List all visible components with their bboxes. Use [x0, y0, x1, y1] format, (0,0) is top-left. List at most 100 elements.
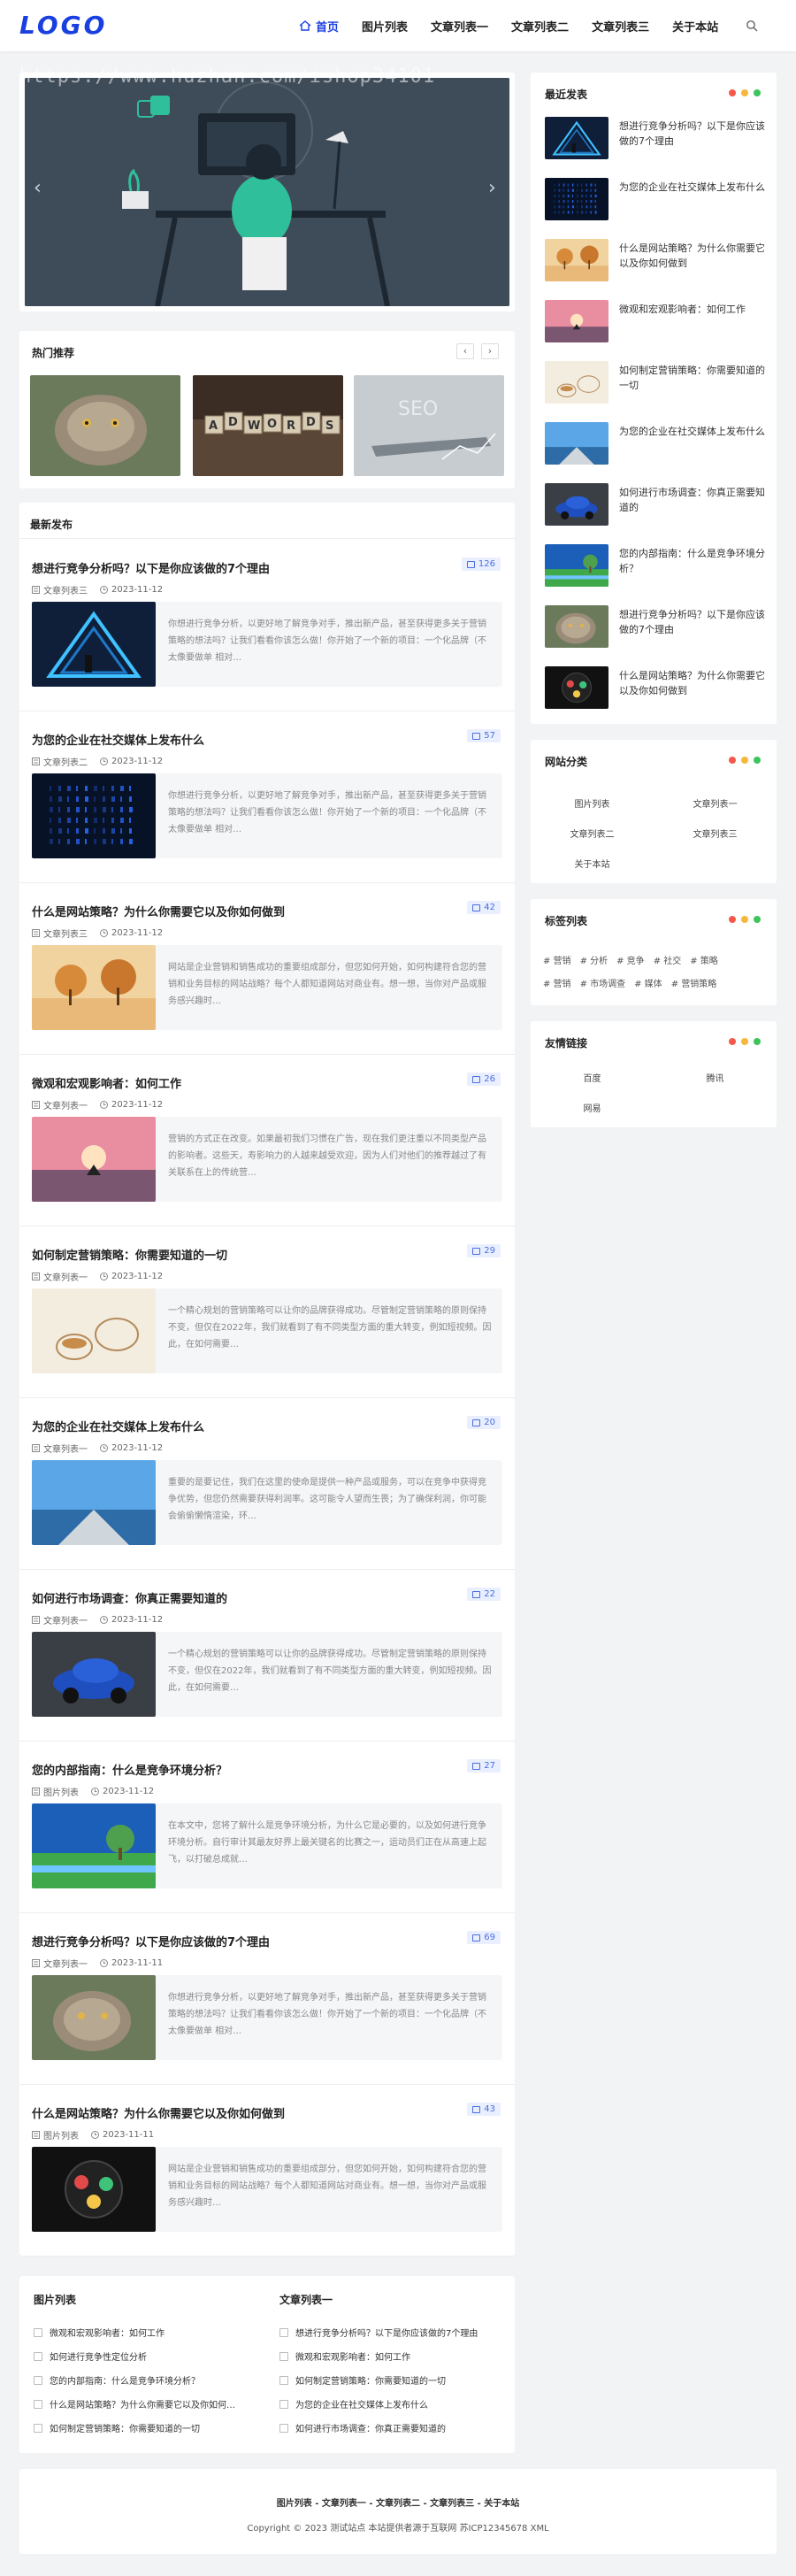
post-thumbnail[interactable] — [32, 602, 156, 687]
recent-post-title[interactable]: 如何进行市场调查：你真正需要知道的 — [619, 485, 766, 515]
footer-links[interactable]: 图片列表 - 文章列表一 - 文章列表二 - 文章列表三 - 关于本站 — [19, 2495, 777, 2509]
recent-post-title[interactable]: 您的内部指南：什么是竞争环境分析？ — [619, 546, 766, 576]
recent-thumbnail[interactable] — [545, 483, 608, 526]
recent-thumbnail[interactable] — [545, 300, 608, 342]
recent-post-title[interactable]: 如何制定营销策略：你需要知道的一切 — [619, 363, 766, 393]
recent-thumbnail[interactable] — [545, 605, 608, 648]
banner-image[interactable]: ‹ › — [25, 78, 509, 306]
friend-link[interactable]: 腾讯 — [654, 1071, 777, 1084]
search-icon[interactable] — [746, 19, 758, 32]
hot-image-cat[interactable] — [30, 375, 180, 476]
post-item[interactable]: 如何制定营销策略：你需要知道的一切 29 文章列表一 2023-11-12 一个精心规划… — [19, 1226, 515, 1398]
recent-post-item[interactable]: 想进行竞争分析吗？以下是你应该做的7个理由 — [545, 605, 766, 657]
recent-post-item[interactable]: 想进行竞争分析吗？以下是你应该做的7个理由 — [545, 117, 766, 168]
nav-item-home[interactable]: 首页 — [299, 18, 339, 35]
post-title[interactable]: 您的内部指南：什么是竞争环境分析？ — [32, 1761, 227, 1778]
recent-thumbnail[interactable] — [545, 239, 608, 281]
recent-post-title[interactable]: 什么是网站策略？为什么你需要它以及你如何做到 — [619, 241, 766, 271]
recent-post-title[interactable]: 为您的企业在社交媒体上发布什么 — [619, 180, 766, 195]
post-item[interactable]: 为您的企业在社交媒体上发布什么 57 文章列表二 2023-11-12 你想进行竞争分析… — [19, 711, 515, 883]
hot-image-seo[interactable]: SEO — [354, 375, 504, 476]
bottom-list-item[interactable]: 为您的企业在社交媒体上发布什么 — [279, 2397, 428, 2411]
post-thumbnail[interactable] — [32, 1117, 156, 1202]
friend-link[interactable]: 百度 — [531, 1071, 654, 1084]
post-thumbnail[interactable] — [32, 773, 156, 858]
post-item[interactable]: 想进行竞争分析吗？以下是你应该做的7个理由 69 文章列表一 2023-11-11 你想… — [19, 1913, 515, 2085]
post-title[interactable]: 为您的企业在社交媒体上发布什么 — [32, 1418, 204, 1434]
nav-item-article-list-1[interactable]: 文章列表一 — [431, 18, 488, 35]
post-category[interactable]: 文章列表一 — [43, 1098, 88, 1111]
bottom-list-item-label[interactable]: 如何进行市场调查：你真正需要知道的 — [295, 2421, 446, 2434]
post-title[interactable]: 如何进行市场调查：你真正需要知道的 — [32, 1589, 227, 1606]
category-item[interactable]: 关于本站 — [531, 857, 654, 870]
post-thumbnail[interactable] — [32, 2147, 156, 2232]
post-category[interactable]: 文章列表一 — [43, 1613, 88, 1626]
post-thumbnail[interactable] — [32, 1803, 156, 1888]
bottom-list-item-label[interactable]: 想进行竞争分析吗？以下是你应该做的7个理由 — [295, 2326, 478, 2339]
post-category[interactable]: 图片列表 — [43, 2128, 79, 2142]
bottom-list-item-label[interactable]: 如何进行竞争性定位分析 — [50, 2349, 147, 2363]
category-item[interactable]: 文章列表一 — [654, 796, 777, 810]
post-item[interactable]: 为您的企业在社交媒体上发布什么 20 文章列表一 2023-11-12 重要的是要记住，… — [19, 1398, 515, 1570]
tag-item[interactable]: # 策略 — [690, 950, 718, 973]
category-item[interactable]: 图片列表 — [531, 796, 654, 810]
recent-thumbnail[interactable] — [545, 666, 608, 709]
bottom-list-item[interactable]: 您的内部指南：什么是竞争环境分析？ — [34, 2373, 200, 2387]
post-category[interactable]: 图片列表 — [43, 1785, 79, 1798]
category-item[interactable]: 文章列表三 — [654, 827, 777, 840]
recent-post-title[interactable]: 什么是网站策略？为什么你需要它以及你如何做到 — [619, 668, 766, 698]
tag-item[interactable]: # 营销 — [543, 950, 571, 973]
post-category[interactable]: 文章列表二 — [43, 755, 88, 768]
nav-item-about[interactable]: 关于本站 — [672, 18, 718, 35]
bottom-list-item[interactable]: 如何进行市场调查：你真正需要知道的 — [279, 2421, 446, 2434]
post-category[interactable]: 文章列表一 — [43, 1442, 88, 1455]
recent-thumbnail[interactable] — [545, 178, 608, 220]
friend-link[interactable]: 网易 — [531, 1101, 654, 1114]
post-title[interactable]: 什么是网站策略？为什么你需要它以及你如何做到 — [32, 2104, 285, 2121]
banner-prev-arrow[interactable]: ‹ — [34, 177, 42, 199]
post-category[interactable]: 文章列表一 — [43, 1270, 88, 1283]
recent-post-item[interactable]: 为您的企业在社交媒体上发布什么 — [545, 422, 766, 473]
site-logo[interactable]: LOGO — [19, 11, 107, 40]
post-thumbnail[interactable] — [32, 1975, 156, 2060]
post-thumbnail[interactable] — [32, 1460, 156, 1545]
nav-item-article-list-2[interactable]: 文章列表二 — [511, 18, 569, 35]
bottom-list-item-label[interactable]: 什么是网站策略？为什么你需要它以及你如何… — [50, 2397, 235, 2411]
tag-item[interactable]: # 营销策略 — [671, 973, 717, 996]
recent-post-item[interactable]: 什么是网站策略？为什么你需要它以及你如何做到 — [545, 239, 766, 290]
bottom-list-item[interactable]: 微观和宏观影响者：如何工作 — [34, 2326, 165, 2339]
recent-thumbnail[interactable] — [545, 544, 608, 587]
recent-post-title[interactable]: 微观和宏观影响者：如何工作 — [619, 302, 766, 317]
post-category[interactable]: 文章列表三 — [43, 927, 88, 940]
post-item[interactable]: 微观和宏观影响者：如何工作 26 文章列表一 2023-11-12 营销的方式正在改变。… — [19, 1055, 515, 1226]
category-item[interactable]: 文章列表二 — [531, 827, 654, 840]
post-item[interactable]: 您的内部指南：什么是竞争环境分析？ 27 图片列表 2023-11-12 在本文中，您将… — [19, 1742, 515, 1913]
post-item[interactable]: 如何进行市场调查：你真正需要知道的 22 文章列表一 2023-11-12 一个精心规划… — [19, 1570, 515, 1742]
recent-post-title[interactable]: 为您的企业在社交媒体上发布什么 — [619, 424, 766, 439]
tag-item[interactable]: # 社交 — [654, 950, 682, 973]
recent-thumbnail[interactable] — [545, 117, 608, 159]
hot-image-adwords[interactable]: ADWORDS — [193, 375, 343, 476]
banner-next-arrow[interactable]: › — [488, 177, 496, 199]
hot-prev-button[interactable]: ‹ — [456, 343, 474, 359]
tag-item[interactable]: # 市场调查 — [580, 973, 626, 996]
recent-post-item[interactable]: 为您的企业在社交媒体上发布什么 — [545, 178, 766, 229]
post-item[interactable]: 什么是网站策略？为什么你需要它以及你如何做到 43 图片列表 2023-11-11 网站… — [19, 2085, 515, 2257]
recent-post-item[interactable]: 您的内部指南：什么是竞争环境分析？ — [545, 544, 766, 596]
tag-item[interactable]: # 媒体 — [634, 973, 662, 996]
hot-next-button[interactable]: › — [481, 343, 499, 359]
post-thumbnail[interactable] — [32, 945, 156, 1030]
bottom-list-item[interactable]: 微观和宏观影响者：如何工作 — [279, 2349, 410, 2363]
recent-post-item[interactable]: 什么是网站策略？为什么你需要它以及你如何做到 — [545, 666, 766, 718]
post-title[interactable]: 想进行竞争分析吗？以下是你应该做的7个理由 — [32, 1933, 270, 1949]
nav-item-image-list[interactable]: 图片列表 — [362, 18, 408, 35]
post-item[interactable]: 什么是网站策略？为什么你需要它以及你如何做到 42 文章列表三 2023-11-12 网… — [19, 883, 515, 1055]
bottom-list-item-label[interactable]: 如何制定营销策略：你需要知道的一切 — [295, 2373, 446, 2387]
bottom-list-item[interactable]: 什么是网站策略？为什么你需要它以及你如何… — [34, 2397, 235, 2411]
tag-item[interactable]: # 竞争 — [616, 950, 645, 973]
bottom-list-item-label[interactable]: 您的内部指南：什么是竞争环境分析？ — [50, 2373, 200, 2387]
post-thumbnail[interactable] — [32, 1632, 156, 1717]
post-category[interactable]: 文章列表三 — [43, 583, 88, 596]
recent-post-item[interactable]: 如何进行市场调查：你真正需要知道的 — [545, 483, 766, 534]
bottom-list-item-label[interactable]: 微观和宏观影响者：如何工作 — [295, 2349, 410, 2363]
